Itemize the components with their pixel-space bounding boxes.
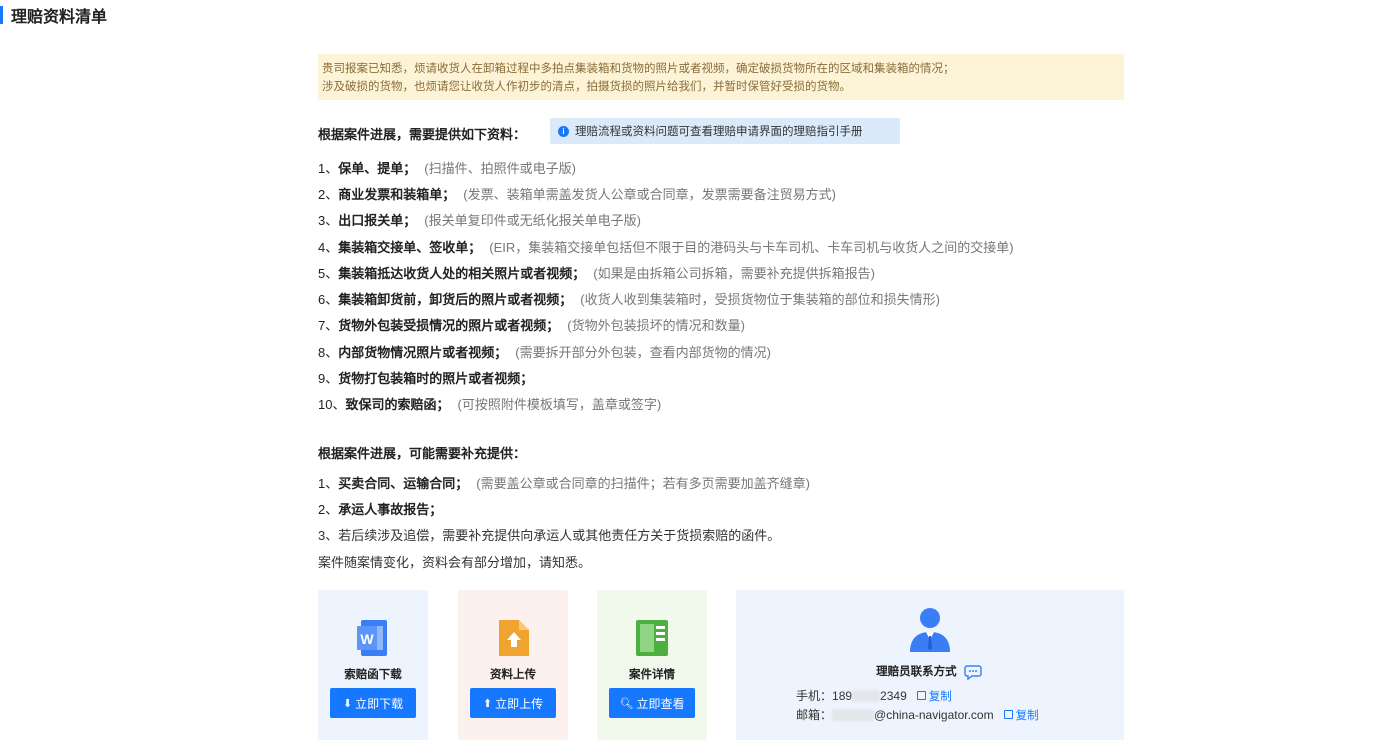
chat-icon[interactable] — [964, 664, 984, 680]
guide-tip: i 理赔流程或资料问题可查看理赔申请界面的理赔指引手册 — [550, 118, 900, 144]
title-accent-bar — [0, 6, 3, 24]
contact-title: 理赔员联系方式 — [736, 663, 1124, 680]
upload-doc-icon — [499, 620, 529, 656]
phone-prefix: 189 — [832, 688, 853, 703]
notice-line-1: 贵司报案已知悉，烦请收货人在卸箱过程中多拍点集装箱和货物的照片或者视频，确定破损… — [322, 63, 955, 75]
card-upload: 资料上传 ⬆ 立即上传 — [458, 590, 568, 740]
adjuster-contact-card: 理赔员联系方式 手机： 189 2349 复制 邮箱： @china-navig… — [736, 590, 1124, 740]
card-label: 案件详情 — [629, 669, 675, 681]
list-item: 4、 集装箱交接单、签收单； (EIR，集装箱交接单包括但不限于目的港码头与卡车司机… — [318, 239, 1014, 255]
list-item: 2、 承运人事故报告； — [318, 501, 443, 517]
notice-banner: 贵司报案已知悉，烦请收货人在卸箱过程中多拍点集装箱和货物的照片或者视频，确定破损… — [318, 54, 1124, 100]
phone-suffix: 2349 — [880, 688, 907, 703]
card-claim-letter: W 索赔函下载 ⬇ 立即下载 — [318, 590, 428, 740]
list-item: 6、 集装箱卸货前，卸货后的照片或者视频； (收货人收到集装箱时，受损货物位于集装箱… — [318, 292, 940, 308]
notice-line-2: 涉及破损的货物，也烦请您让收货人作初步的清点，拍摄货损的照片给我们，并暂时保管好… — [322, 81, 851, 93]
supplement-heading: 根据案件进展，可能需要补充提供： — [318, 446, 527, 461]
word-doc-icon: W — [357, 620, 387, 656]
phone-line: 手机： 189 2349 复制 — [796, 687, 952, 704]
page-title-text: 理赔资料清单 — [11, 9, 108, 26]
list-item: 3、若后续涉及追偿，需要补充提供向承运人或其他责任方关于货损索赔的函件。 — [318, 528, 781, 544]
copy-icon — [1003, 710, 1013, 719]
guide-tip-text: 理赔流程或资料问题可查看理赔申请界面的理赔指引手册 — [575, 126, 863, 138]
email-line: 邮箱： @china-navigator.com 复制 — [796, 706, 1039, 723]
list-item: 5、 集装箱抵达收货人处的相关照片或者视频； (如果是由拆箱公司拆箱，需要补充提供拆… — [318, 265, 875, 281]
view-button[interactable]: 🔍︎ 立即查看 — [609, 688, 695, 718]
download-icon: ⬇ — [342, 697, 353, 710]
copy-phone-button[interactable]: 复制 — [916, 688, 952, 704]
footer-note: 案件随案情变化，资料会有部分增加，请知悉。 — [318, 554, 592, 570]
list-item: 8、 内部货物情况照片或者视频； (需要拆开部分外包装，查看内部货物的情况) — [318, 344, 771, 360]
list-item: 2、 商业发票和装箱单； (发票、装箱单需盖发货人公章或合同章，发票需要备注贸易方式… — [318, 186, 836, 202]
email-label: 邮箱： — [796, 708, 833, 722]
phone-redacted — [852, 689, 881, 702]
required-heading: 根据案件进展，需要提供如下资料： — [318, 127, 527, 142]
search-icon: 🔍︎ — [619, 697, 634, 710]
svg-text:W: W — [360, 631, 374, 647]
list-item: 7、 货物外包装受损情况的照片或者视频； (货物外包装损坏的情况和数量) — [318, 318, 745, 334]
copy-email-button[interactable]: 复制 — [1003, 707, 1039, 723]
upload-icon: ⬆ — [482, 697, 493, 710]
copy-icon — [916, 691, 926, 700]
download-button[interactable]: ⬇ 立即下载 — [330, 688, 416, 718]
list-item: 10、 致保司的索赔函； (可按照附件模板填写，盖章或签字) — [318, 397, 662, 413]
page-title: 理赔资料清单 — [0, 4, 107, 26]
supplement-list: 1、 买卖合同、运输合同； (需要盖公章或合同章的扫描件；若有多页需要加盖齐缝章) … — [318, 469, 1218, 574]
card-case-details: 案件详情 🔍︎ 立即查看 — [597, 590, 707, 740]
list-item: 1、 买卖合同、运输合同； (需要盖公章或合同章的扫描件；若有多页需要加盖齐缝章) — [318, 475, 810, 491]
email-domain: @china-navigator.com — [874, 707, 994, 722]
adjuster-avatar-icon — [910, 608, 950, 652]
upload-button[interactable]: ⬆ 立即上传 — [470, 688, 556, 718]
list-item: 1、 保单、提单； (扫描件、拍照件或电子版) — [318, 160, 576, 176]
info-icon: i — [558, 125, 569, 137]
phone-label: 手机： — [796, 689, 833, 703]
required-list: 1、 保单、提单； (扫描件、拍照件或电子版) 2、 商业发票和装箱单； (发票、装箱单… — [318, 154, 1218, 417]
card-label: 索赔函下载 — [344, 669, 402, 681]
email-redacted — [832, 708, 875, 721]
details-doc-icon — [636, 620, 668, 656]
list-item: 3、 出口报关单； (报关单复印件或无纸化报关单电子版) — [318, 213, 641, 229]
card-label: 资料上传 — [490, 669, 536, 681]
list-item: 9、 货物打包装箱时的照片或者视频； — [318, 371, 534, 387]
